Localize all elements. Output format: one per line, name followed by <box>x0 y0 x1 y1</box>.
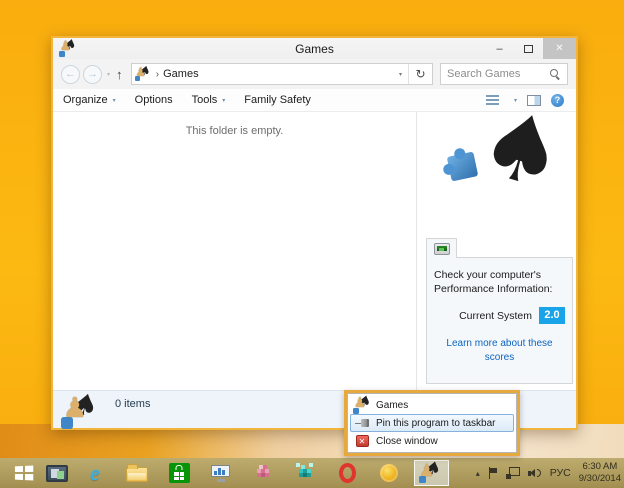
score-label: Current System <box>459 309 532 322</box>
performance-score-row: Current System 2.0 <box>434 307 565 325</box>
details-pane: ♠ Check your computer's Performance Info… <box>416 87 576 390</box>
close-button[interactable]: ✕ <box>543 38 576 59</box>
gold-circle-icon <box>380 464 398 482</box>
breadcrumb-separator-icon: › <box>155 68 160 80</box>
windows-logo-icon <box>14 465 33 481</box>
desktop: ♠ ♟ Games – ✕ ← → ▾ ↑ ♠ ♟ › Games ▾ ↻ Se… <box>0 0 624 488</box>
menu-item-games[interactable]: ♠ ♟ Games <box>350 392 514 414</box>
performance-tab[interactable] <box>426 238 457 258</box>
toolbar-item-family-safety[interactable]: Family Safety <box>244 94 311 106</box>
score-badge: 2.0 <box>539 307 565 325</box>
taskbar-icon-opera[interactable] <box>326 458 368 488</box>
items-count: 0 items <box>115 398 151 410</box>
breadcrumb-games-icon: ♠ ♟ <box>134 62 153 82</box>
show-hidden-icons-button[interactable]: ▴ <box>476 469 480 478</box>
breadcrumb[interactable]: Games <box>163 68 198 80</box>
performance-monitor-icon <box>433 242 450 255</box>
taskbar-icon-game-teal[interactable] <box>284 458 326 488</box>
toolbar-item-organize[interactable]: Organize ▾ <box>63 94 116 106</box>
start-button[interactable] <box>6 458 40 488</box>
clock-time: 6:30 AM <box>582 461 618 472</box>
clock-date: 9/30/2014 <box>578 473 621 484</box>
taskbar-icon-game-pink[interactable] <box>242 458 284 488</box>
forward-button[interactable]: → <box>83 64 102 84</box>
search-box[interactable] <box>440 63 568 85</box>
taskbar-icon-performance-monitor[interactable] <box>200 458 242 488</box>
title-bar[interactable]: ♠ ♟ Games – ✕ <box>53 36 576 59</box>
taskbar-icon-games-active[interactable]: ♠ ♟ <box>410 457 452 488</box>
active-app-highlight: ♠ ♟ <box>413 457 449 486</box>
file-list-pane[interactable]: This folder is empty. <box>53 112 416 390</box>
empty-folder-message: This folder is empty. <box>185 125 284 137</box>
performance-heading: Check your computer's Performance Inform… <box>434 269 553 296</box>
window-content: This folder is empty. ♠ Check your compu… <box>53 87 576 390</box>
search-input[interactable] <box>447 68 550 80</box>
store-icon <box>168 463 190 483</box>
up-button[interactable]: ↑ <box>116 67 123 82</box>
pin-icon <box>354 417 370 429</box>
chevron-down-icon: ▾ <box>112 97 116 104</box>
action-center-flag-icon[interactable] <box>488 467 498 479</box>
performance-info-box: Check your computer's Performance Inform… <box>426 257 573 384</box>
search-icon <box>550 68 561 80</box>
recent-locations-icon[interactable]: ▾ <box>107 71 110 78</box>
maximize-button[interactable] <box>514 38 543 59</box>
refresh-button[interactable]: ↻ <box>408 64 432 84</box>
pink-game-icon <box>257 469 261 473</box>
taskbar-icon-windows-store[interactable] <box>158 458 200 488</box>
statusbar-games-icon: ♠ ♟ <box>61 386 102 429</box>
menu-item-pin-to-taskbar[interactable]: Pin this program to taskbar <box>350 414 514 432</box>
address-box[interactable]: ♠ ♟ › Games ▾ ↻ <box>130 62 433 85</box>
scores-link[interactable]: Learn more about these scores <box>434 337 565 364</box>
volume-icon[interactable] <box>527 468 542 479</box>
context-menu: ♠ ♟ Games Pin this program to taskbar ✕ … <box>344 390 520 456</box>
minimize-button[interactable]: – <box>485 38 514 59</box>
language-indicator[interactable]: РУС <box>550 467 571 479</box>
games-icon: ♠ ♟ <box>418 457 443 484</box>
chess-pawn-icon <box>473 136 509 216</box>
taskbar-icon-file-explorer[interactable] <box>116 458 158 488</box>
system-tray: ▴ РУС 6:30 AM 9/30/2014 <box>476 461 624 485</box>
taskbar-icon-photo-app[interactable] <box>40 458 74 488</box>
explorer-window: ♠ ♟ Games – ✕ ← → ▾ ↑ ♠ ♟ › Games ▾ ↻ Se… <box>51 36 578 430</box>
teal-game-icon <box>299 469 303 473</box>
games-logo: ♠ <box>437 87 576 224</box>
address-dropdown-icon[interactable]: ▾ <box>393 71 408 78</box>
folder-icon <box>126 464 148 482</box>
taskbar-icon-internet-explorer[interactable]: e <box>74 458 116 488</box>
network-icon[interactable] <box>505 467 520 479</box>
close-window-icon: ✕ <box>355 435 369 447</box>
toolbar-item-options[interactable]: Options <box>135 94 173 106</box>
games-icon: ♠ ♟ <box>353 392 374 414</box>
maximize-icon <box>524 44 533 53</box>
menu-item-close-window[interactable]: ✕ Close window <box>350 432 514 450</box>
photo-app-icon <box>46 464 68 482</box>
performance-monitor-icon <box>211 464 231 482</box>
toolbar-item-tools[interactable]: Tools ▾ <box>192 94 226 106</box>
internet-explorer-icon: e <box>90 460 100 485</box>
taskbar: e ♠ ♟ ▴ РУС 6:30 AM 9/30/2014 <box>0 457 624 488</box>
window-controls: – ✕ <box>485 38 576 59</box>
taskbar-clock[interactable]: 6:30 AM 9/30/2014 <box>579 461 621 485</box>
chevron-down-icon: ▾ <box>222 97 226 104</box>
taskbar-icon-gold-app[interactable] <box>368 458 410 488</box>
back-button[interactable]: ← <box>61 64 80 84</box>
opera-icon <box>338 463 356 483</box>
address-bar: ← → ▾ ↑ ♠ ♟ › Games ▾ ↻ <box>53 59 576 89</box>
